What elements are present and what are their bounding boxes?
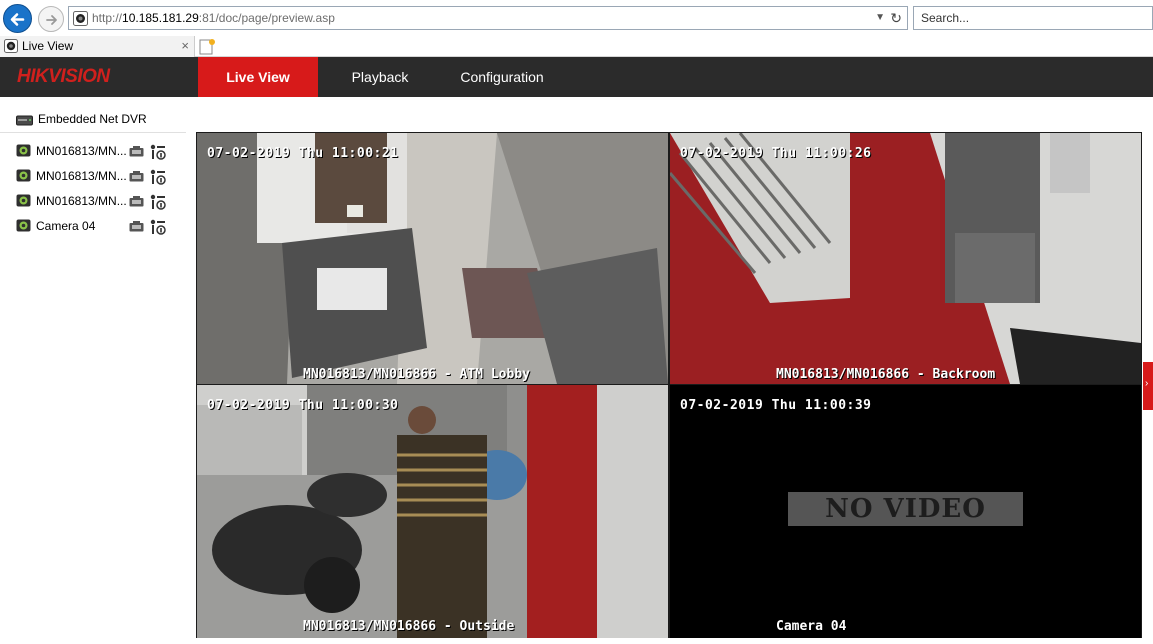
video-grid: 07-02-2019 Thu 11:00:21 MN016813/MN01686… [196, 132, 1142, 638]
tab-label: Live View [22, 39, 74, 53]
camera-list-item[interactable]: MN016813/MN... [0, 140, 186, 162]
search-input[interactable]: Search... [913, 6, 1153, 30]
record-icon[interactable] [129, 171, 144, 182]
hikvision-logo: HIKVISION [17, 66, 110, 87]
ptz-icon[interactable] [150, 194, 166, 210]
osd-timestamp: 07-02-2019 Thu 11:00:30 [207, 398, 399, 413]
osd-camera-name: MN016813/MN016866 - ATM Lobby [303, 367, 530, 382]
osd-timestamp: 07-02-2019 Thu 11:00:39 [680, 398, 872, 413]
no-video-status: NO VIDEO [788, 492, 1023, 526]
search-placeholder: Search... [921, 11, 970, 25]
url-text: http://10.185.181.29:81/doc/page/preview… [92, 11, 335, 25]
camera-list-item[interactable]: Camera 04 [0, 215, 186, 237]
ptz-icon[interactable] [150, 219, 166, 235]
tab-configuration[interactable]: Configuration [445, 57, 559, 97]
camera-icon [16, 144, 31, 157]
tab-playback[interactable]: Playback [330, 57, 430, 97]
camera-icon [16, 219, 31, 232]
ptz-icon[interactable] [150, 144, 166, 160]
close-icon[interactable]: × [181, 38, 189, 53]
camera-label: MN016813/MN... [36, 194, 127, 208]
tab-live-view[interactable]: Live View × [0, 36, 195, 57]
osd-timestamp: 07-02-2019 Thu 11:00:21 [207, 146, 399, 161]
camera-list-item[interactable]: MN016813/MN... [0, 165, 186, 187]
device-label: Embedded Net DVR [38, 112, 147, 126]
expand-panel-button[interactable]: › [1143, 362, 1153, 410]
record-icon[interactable] [129, 196, 144, 207]
camera-label: MN016813/MN... [36, 144, 127, 158]
camera-label: MN016813/MN... [36, 169, 127, 183]
forward-button[interactable] [38, 6, 64, 32]
camera-list-item[interactable]: MN016813/MN... [0, 190, 186, 212]
camera-icon [16, 194, 31, 207]
arrow-right-icon [46, 15, 57, 25]
osd-camera-name: MN016813/MN016866 - Backroom [776, 367, 996, 382]
camera-icon [16, 169, 31, 182]
refresh-icon[interactable]: ↻ [890, 10, 902, 27]
video-window-4[interactable]: 07-02-2019 Thu 11:00:39 NO VIDEO Camera … [670, 385, 1141, 638]
device-tree-root[interactable]: Embedded Net DVR [0, 109, 186, 133]
url-input[interactable]: http://10.185.181.29:81/doc/page/preview… [68, 6, 908, 30]
ptz-icon[interactable] [150, 169, 166, 185]
back-button[interactable] [3, 4, 32, 33]
device-sidebar: Embedded Net DVR MN016813/MN... MN016813 [0, 97, 190, 644]
chevron-right-icon: › [1145, 378, 1149, 389]
arrow-left-icon [10, 13, 25, 26]
new-tab-icon[interactable] [198, 38, 216, 55]
osd-camera-name: MN016813/MN016866 - Outside [303, 619, 515, 634]
osd-timestamp: 07-02-2019 Thu 11:00:26 [680, 146, 872, 161]
camera-feed-image [197, 133, 668, 384]
browser-tab-bar: Live View × [0, 36, 1153, 57]
tab-live-view-nav[interactable]: Live View [198, 57, 318, 97]
site-favicon-icon [4, 39, 18, 53]
osd-camera-name: Camera 04 [776, 619, 847, 634]
video-window-1[interactable]: 07-02-2019 Thu 11:00:21 MN016813/MN01686… [197, 133, 668, 384]
video-window-3[interactable]: 07-02-2019 Thu 11:00:30 MN016813/MN01686… [197, 385, 668, 638]
site-favicon-icon [73, 11, 88, 26]
record-icon[interactable] [129, 221, 144, 232]
chevron-down-icon[interactable]: ▼ [875, 12, 885, 23]
camera-feed-image [197, 385, 668, 638]
record-icon[interactable] [129, 146, 144, 157]
app-header: HIKVISION Live View Playback Configurati… [0, 57, 1153, 97]
browser-address-bar: http://10.185.181.29:81/doc/page/preview… [0, 0, 1153, 36]
camera-label: Camera 04 [36, 219, 96, 233]
video-window-2[interactable]: 07-02-2019 Thu 11:00:26 MN016813/MN01686… [670, 133, 1141, 384]
dvr-icon [16, 115, 33, 126]
camera-feed-image [670, 133, 1141, 384]
